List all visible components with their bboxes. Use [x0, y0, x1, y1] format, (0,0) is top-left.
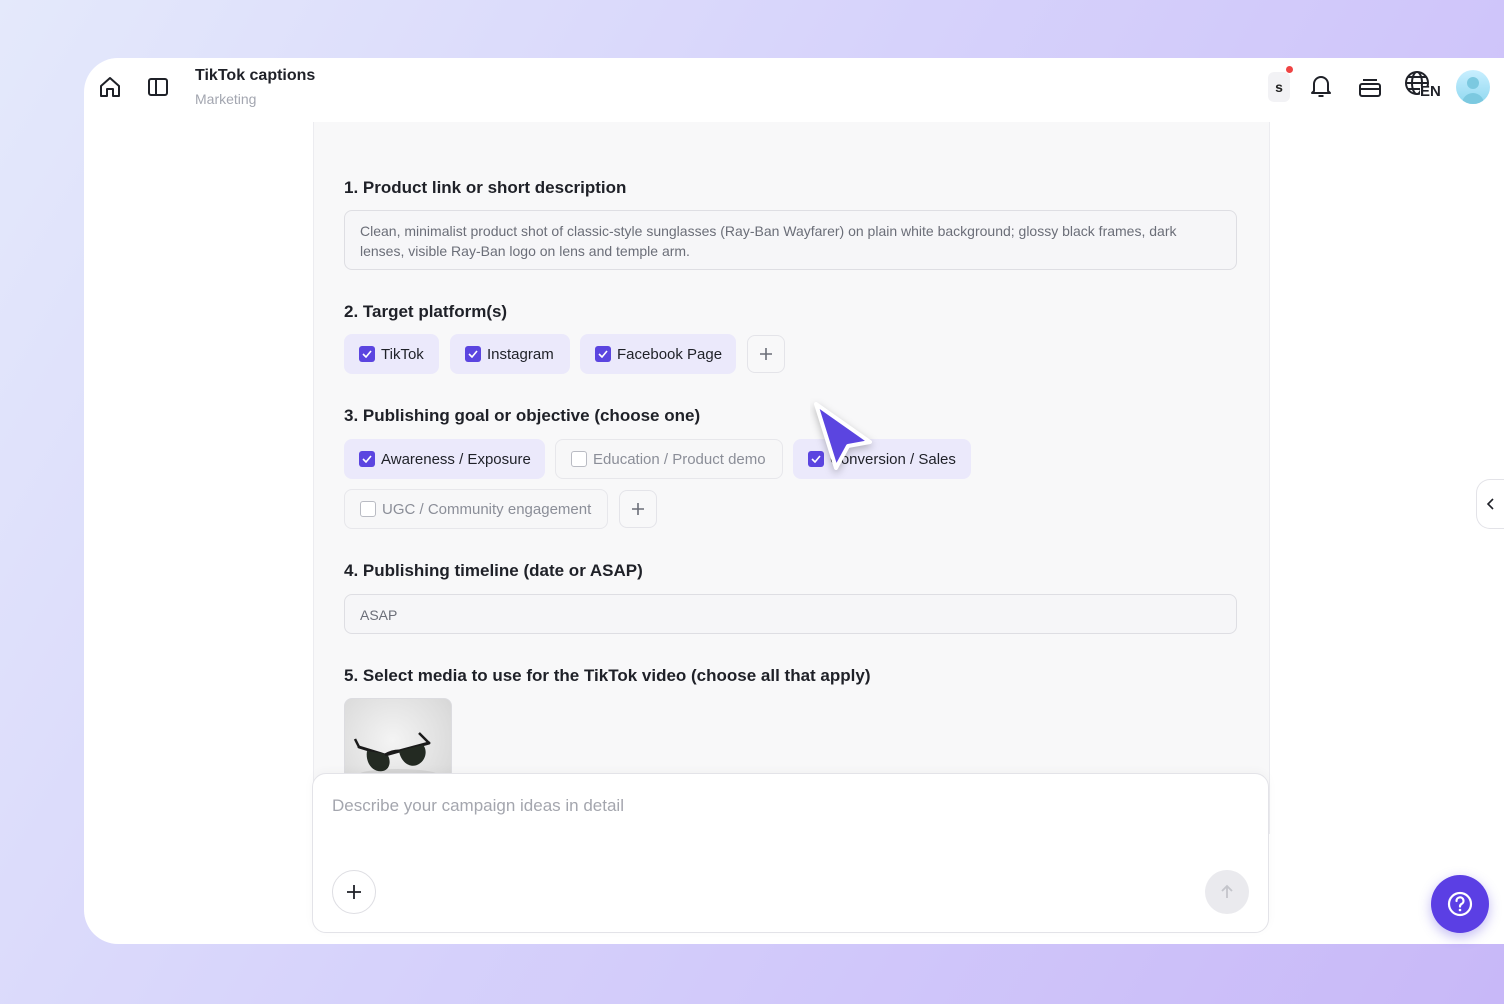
add-platform-button[interactable] [747, 335, 785, 373]
platform-option-label: TikTok [381, 345, 424, 363]
checkbox-checked-icon [359, 451, 375, 467]
page-title: TikTok captions [195, 67, 316, 84]
wallet-icon[interactable] [1354, 71, 1386, 103]
goal-option-label: Education / Product demo [593, 450, 766, 468]
goal-option-education[interactable]: Education / Product demo [555, 439, 783, 479]
plus-icon [760, 348, 772, 360]
page-subtitle: Marketing [195, 91, 257, 107]
platform-option-instagram[interactable]: Instagram [450, 334, 570, 374]
goal-option-label: Conversion / Sales [830, 450, 956, 468]
question-1-label: 1. Product link or short description [344, 178, 627, 197]
checkbox-checked-icon [465, 346, 481, 362]
checkbox-checked-icon [359, 346, 375, 362]
checkbox-checked-icon [595, 346, 611, 362]
goal-option-conversion[interactable]: Conversion / Sales [793, 439, 971, 479]
question-mark-icon [1447, 891, 1473, 917]
platform-option-label: Facebook Page [617, 345, 723, 363]
bell-icon[interactable] [1305, 70, 1337, 102]
home-icon[interactable] [94, 71, 126, 103]
language-label: EN [1420, 83, 1441, 100]
plus-icon [632, 503, 644, 515]
question-4-label: 4. Publishing timeline (date or ASAP) [344, 561, 643, 580]
avatar[interactable] [1456, 70, 1490, 104]
message-composer: Describe your campaign ideas in detail [312, 773, 1269, 933]
chevron-left-icon [1486, 498, 1494, 510]
goal-option-label: UGC / Community engagement [382, 500, 592, 518]
question-5-label: 5. Select media to use for the TikTok vi… [344, 666, 871, 685]
timeline-field[interactable]: ASAP [344, 594, 1237, 634]
platform-option-label: Instagram [487, 345, 554, 363]
checkbox-checked-icon [808, 451, 824, 467]
language-globe-icon[interactable]: EN [1402, 69, 1444, 101]
credits-badge[interactable]: s [1268, 72, 1290, 102]
send-button[interactable] [1205, 870, 1249, 914]
form-panel: 1. Product link or short description Cle… [313, 122, 1270, 834]
attach-button[interactable] [332, 870, 376, 914]
checkbox-unchecked-icon [360, 501, 376, 517]
question-3-label: 3. Publishing goal or objective (choose … [344, 406, 701, 425]
top-bar: TikTok captions Marketing s EN [84, 58, 1504, 122]
credits-badge-text: s [1275, 79, 1283, 95]
goal-option-ugc[interactable]: UGC / Community engagement [344, 489, 608, 529]
checkbox-unchecked-icon [571, 451, 587, 467]
goal-option-label: Awareness / Exposure [381, 450, 531, 468]
campaign-ideas-input[interactable]: Describe your campaign ideas in detail [332, 796, 624, 816]
arrow-up-icon [1221, 884, 1233, 898]
right-panel-toggle[interactable] [1476, 479, 1504, 529]
product-description-field[interactable]: Clean, minimalist product shot of classi… [344, 210, 1237, 270]
sidebar-toggle-icon[interactable] [142, 71, 174, 103]
add-goal-button[interactable] [619, 490, 657, 528]
platform-option-tiktok[interactable]: TikTok [344, 334, 439, 374]
goal-option-awareness[interactable]: Awareness / Exposure [344, 439, 545, 479]
plus-icon [347, 885, 361, 899]
help-button[interactable] [1431, 875, 1489, 933]
question-2-label: 2. Target platform(s) [344, 302, 508, 321]
platform-option-facebook-page[interactable]: Facebook Page [580, 334, 736, 374]
app-window: TikTok captions Marketing s EN 1. Produc… [84, 58, 1504, 944]
notification-dot [1286, 66, 1293, 73]
